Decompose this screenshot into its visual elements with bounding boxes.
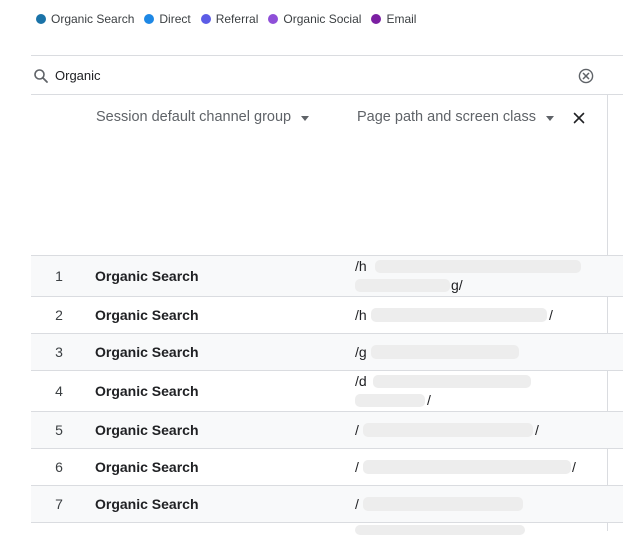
legend-item-referral[interactable]: Referral [200, 12, 259, 26]
search-icon [34, 69, 48, 83]
table-row[interactable]: 5 Organic Search / / [31, 411, 623, 448]
page-path-end: / [427, 392, 431, 408]
channel-cell: Organic Search [95, 268, 199, 284]
page-path-end: g/ [451, 277, 463, 293]
table-row[interactable]: 3 Organic Search /g [31, 333, 623, 370]
table-body: 1 Organic Search /h g/ 2 Organic Search … [31, 255, 623, 535]
chevron-down-icon[interactable] [545, 115, 554, 121]
channel-cell: Organic Search [95, 459, 199, 475]
column-header-page-path[interactable]: Page path and screen class [357, 109, 554, 125]
close-icon[interactable] [572, 111, 586, 125]
legend-dot [144, 14, 155, 24]
redacted-text [375, 260, 581, 273]
redacted-text [355, 525, 525, 535]
redacted-text [355, 279, 450, 292]
row-index: 6 [55, 459, 63, 475]
legend-label: Email [386, 12, 417, 26]
legend-item-organic-search[interactable]: Organic Search [36, 12, 134, 26]
row-index: 1 [55, 268, 63, 284]
page-path-end: / [572, 459, 576, 475]
redacted-text [363, 497, 523, 511]
page-path-start: / [355, 422, 359, 438]
column-header-label: Session default channel group [96, 109, 292, 125]
channel-cell: Organic Search [95, 307, 199, 323]
table-row[interactable]: 1 Organic Search /h g/ [31, 255, 623, 296]
row-index: 4 [55, 383, 63, 399]
page-path-start: /d [355, 373, 367, 389]
channel-cell: Organic Search [95, 383, 199, 399]
table-row[interactable]: 2 Organic Search /h / [31, 296, 623, 333]
page-path-start: /h [355, 307, 367, 323]
legend-dot [36, 14, 46, 24]
legend-label: Organic Social [283, 12, 362, 26]
legend-dot [371, 14, 382, 24]
column-header-channel-group[interactable]: Session default channel group [96, 109, 310, 125]
legend-dot [268, 14, 279, 24]
close-circle-icon[interactable] [578, 68, 594, 84]
page-path-end: / [535, 422, 539, 438]
redacted-text [371, 308, 547, 322]
table-header: Session default channel group Page path … [31, 95, 607, 255]
row-index: 2 [55, 307, 63, 323]
chart-legend: Organic Search Direct Referral Organic S… [36, 10, 416, 28]
table-row[interactable]: 7 Organic Search / [31, 485, 623, 522]
redacted-text [371, 345, 519, 359]
column-header-label: Page path and screen class [357, 109, 536, 125]
table-search-bar [31, 55, 623, 95]
channel-cell: Organic Search [95, 344, 199, 360]
page-path-start: /h [355, 258, 367, 274]
redacted-text [363, 460, 571, 474]
redacted-text [373, 375, 531, 388]
search-input[interactable] [55, 64, 575, 86]
chevron-down-icon[interactable] [301, 115, 310, 121]
legend-dot [200, 14, 211, 24]
legend-label: Referral [215, 12, 259, 26]
page-path-start: / [355, 496, 359, 512]
row-index: 7 [55, 496, 63, 512]
legend-item-direct[interactable]: Direct [144, 12, 191, 26]
page-path-start: / [355, 459, 359, 475]
legend-label: Organic Search [51, 12, 135, 26]
legend-label: Direct [159, 12, 191, 26]
table-row[interactable]: 6 Organic Search / / [31, 448, 623, 485]
page-path-start: /g [355, 344, 367, 360]
legend-item-email[interactable]: Email [371, 12, 416, 26]
row-index: 5 [55, 422, 63, 438]
channel-cell: Organic Search [95, 422, 199, 438]
channel-cell: Organic Search [95, 496, 199, 512]
row-index: 3 [55, 344, 63, 360]
redacted-text [363, 423, 533, 437]
table-row[interactable]: 4 Organic Search /d / [31, 370, 623, 411]
legend-item-organic-social[interactable]: Organic Social [268, 12, 361, 26]
page-path-end: / [549, 307, 553, 323]
redacted-text [355, 394, 425, 407]
